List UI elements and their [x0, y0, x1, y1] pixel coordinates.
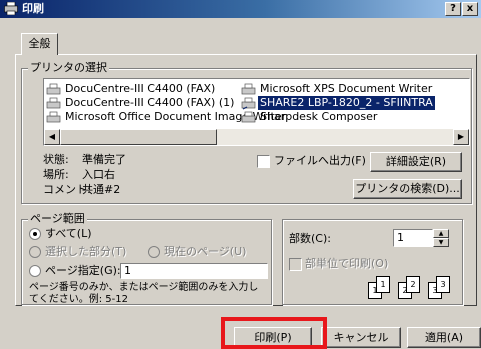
spin-down-icon[interactable]: ▼	[433, 238, 449, 247]
scroll-left-icon[interactable]: ◀	[44, 129, 60, 145]
copies-spinner[interactable]: ▲ ▼	[433, 229, 449, 247]
fax-printer-icon	[46, 83, 61, 95]
page-range-legend: ページ範囲	[28, 212, 87, 226]
printer-icon	[241, 83, 256, 95]
page-range-hint: ページ番号のみか、またはページ範囲のみを入力してください。例: 5-12	[29, 282, 259, 305]
page-range-all-label[interactable]: すべて(L)	[45, 227, 92, 241]
collate-page-front: 2	[406, 276, 420, 293]
collate-checkbox[interactable]	[289, 258, 302, 271]
page-range-all-radio[interactable]	[29, 228, 41, 240]
close-button[interactable]: x	[462, 2, 478, 16]
status-value: 準備完了	[82, 153, 126, 166]
printer-item-selected[interactable]: SHARE2 LBP-1820_2 - SFIINTRA	[241, 96, 435, 110]
page-range-current-label[interactable]: 現在のページ(U)	[164, 245, 246, 259]
location-value: 入口右	[82, 168, 115, 181]
tab-general-label: 全般	[28, 37, 51, 50]
preferences-button[interactable]: 詳細設定(R)	[370, 152, 462, 172]
radio-selected-dot	[33, 232, 37, 236]
print-button-highlight-box	[221, 317, 327, 349]
window-title: 印刷	[22, 2, 44, 15]
apply-button[interactable]: 適用(A)	[407, 327, 481, 348]
printer-item[interactable]: Microsoft XPS Document Writer	[241, 82, 432, 96]
printer-icon	[46, 111, 61, 123]
copies-label: 部数(C):	[289, 232, 331, 245]
scroll-thumb[interactable]	[60, 129, 217, 145]
collate-pages-icon: 1 1 2 2 3 3	[362, 276, 462, 302]
cancel-button[interactable]: キャンセル	[321, 327, 401, 348]
spin-up-icon[interactable]: ▲	[433, 229, 449, 238]
printer-list[interactable]: DocuCentre-III C4400 (FAX) DocuCentre-II…	[43, 78, 470, 146]
page-range-input[interactable]: 1	[120, 263, 268, 279]
printer-item[interactable]: DocuCentre-III C4400 (FAX)	[46, 82, 215, 96]
page-range-current-radio[interactable]	[148, 246, 160, 258]
printer-list-scrollbar[interactable]: ◀ ▶	[44, 129, 469, 145]
status-label: 状態:	[43, 153, 69, 166]
tab-general[interactable]: 全般	[21, 33, 58, 55]
printer-icon	[241, 111, 256, 123]
printer-select-legend: プリンタの選択	[28, 61, 109, 75]
find-printer-button[interactable]: プリンタの検索(D)...	[353, 179, 462, 199]
comment-value: 共通#2	[82, 183, 121, 196]
collate-page-front: 1	[376, 276, 390, 293]
page-range-pages-label[interactable]: ページ指定(G):	[45, 264, 121, 278]
printer-item[interactable]: DocuCentre-III C4400 (FAX) (1)	[46, 96, 234, 110]
scroll-right-icon[interactable]: ▶	[453, 129, 469, 145]
printer-icon	[4, 2, 18, 15]
page-range-selection-radio[interactable]	[29, 246, 41, 258]
network-printer-icon	[241, 97, 256, 110]
printer-item[interactable]: Sharpdesk Composer	[241, 110, 377, 124]
print-to-file-checkbox[interactable]	[257, 155, 270, 168]
fax-printer-icon	[46, 97, 61, 109]
help-button[interactable]: ?	[445, 2, 461, 16]
print-to-file-label[interactable]: ファイルへ出力(F)	[274, 154, 366, 168]
collate-page-front: 3	[436, 276, 450, 293]
location-label: 場所:	[43, 168, 69, 181]
print-dialog: 印刷 ? x 全般 プリンタの選択 DocuCentre-III C4400 (…	[0, 0, 481, 349]
collate-label[interactable]: 部単位で印刷(O)	[305, 257, 388, 271]
copies-input[interactable]: 1	[393, 229, 433, 247]
page-range-pages-radio[interactable]	[29, 265, 41, 277]
printer-item[interactable]: Microsoft Office Document Image Writer	[46, 110, 286, 124]
title-bar: 印刷 ? x	[0, 0, 481, 18]
page-range-selection-label[interactable]: 選択した部分(T)	[45, 245, 126, 259]
